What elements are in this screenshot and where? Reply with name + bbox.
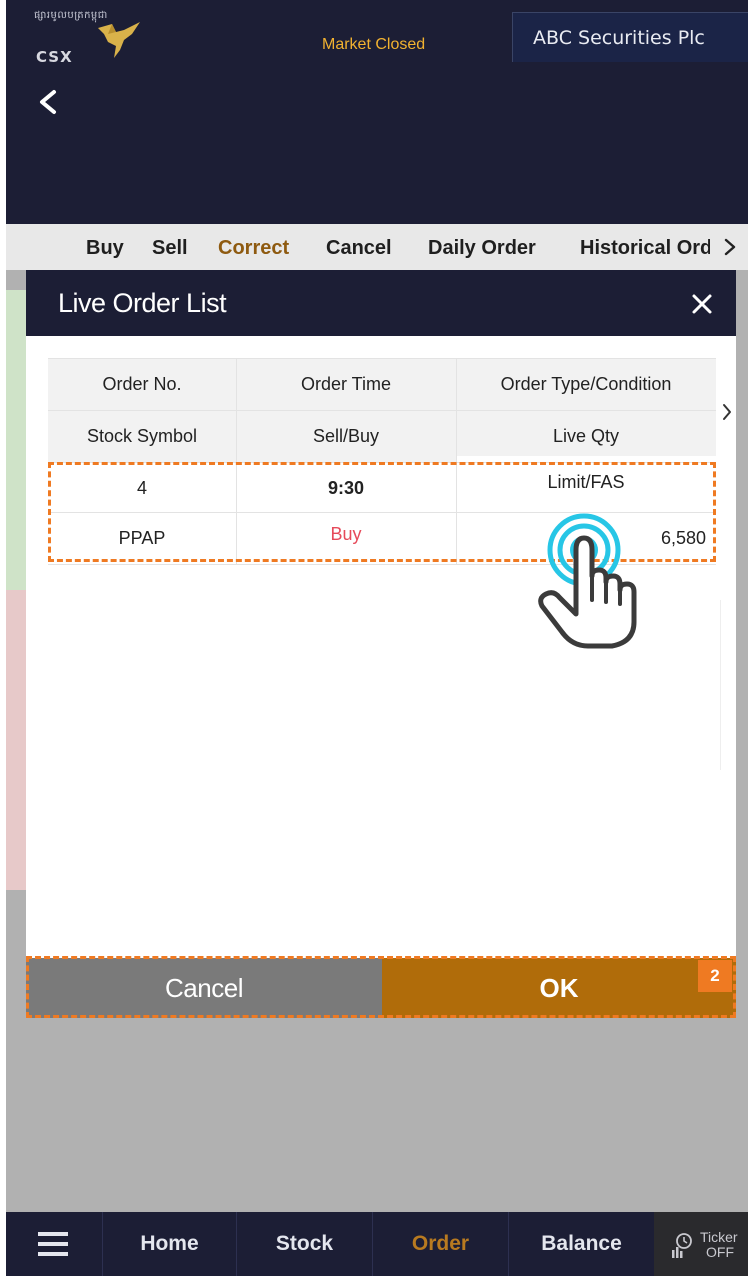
tab-buy[interactable]: Buy — [86, 237, 124, 260]
column-header-live-qty: Live Qty — [456, 410, 716, 462]
nav-balance-label: Balance — [541, 1232, 622, 1255]
dialog-header: Live Order List — [26, 270, 736, 336]
bottom-navigation: Home Stock Order Balance Ticker OFF — [6, 1212, 748, 1276]
close-icon[interactable] — [690, 292, 714, 316]
order-tabs: Buy Sell Correct Cancel Daily Order Hist… — [6, 224, 748, 270]
sub-header — [6, 62, 748, 224]
tab-cancel[interactable]: Cancel — [326, 237, 392, 260]
ticker-state-text: OFF — [706, 1244, 734, 1260]
column-header-order-no: Order No. — [48, 358, 236, 410]
nav-balance[interactable]: Balance — [508, 1212, 654, 1276]
background-stripe — [6, 290, 26, 590]
column-header-order-type: Order Type/Condition — [456, 358, 716, 410]
market-status: Market Closed — [322, 36, 426, 53]
nav-stock[interactable]: Stock — [236, 1212, 372, 1276]
broker-name: ABC Securities Plc — [533, 27, 705, 49]
tab-daily-order[interactable]: Daily Order — [428, 237, 536, 260]
ticker-label: Ticker OFF — [700, 1230, 738, 1260]
step-badge: 2 — [698, 960, 732, 992]
nav-home-label: Home — [140, 1232, 199, 1255]
button-row-highlight — [26, 956, 736, 1018]
grid-line — [48, 410, 716, 411]
app-screen: ផ្សារមូលបត្រកម្ពុជា CSX Market Closed AB… — [6, 0, 748, 1276]
broker-badge[interactable]: ABC Securities Plc — [512, 12, 748, 62]
column-header-order-time: Order Time — [236, 358, 456, 410]
chevron-right-icon[interactable] — [720, 402, 734, 422]
bird-logo-icon — [98, 22, 140, 58]
column-header-stock-symbol: Stock Symbol — [48, 410, 236, 462]
ticker-label-text: Ticker — [700, 1229, 738, 1245]
tab-sell[interactable]: Sell — [152, 237, 188, 260]
chevron-right-icon[interactable] — [720, 236, 740, 258]
tab-correct[interactable]: Correct — [218, 237, 289, 260]
top-header: ផ្សារមូលបត្រកម្ពុជា CSX Market Closed AB… — [6, 0, 748, 66]
clock-chart-icon — [672, 1233, 692, 1258]
grid-line — [48, 358, 716, 359]
nav-stock-label: Stock — [275, 1232, 334, 1255]
hamburger-menu-icon[interactable] — [38, 1232, 68, 1256]
csx-logo: ផ្សារមូលបត្រកម្ពុជា CSX — [34, 8, 144, 66]
nav-order-label: Order — [411, 1232, 470, 1255]
ticker-toggle[interactable]: Ticker OFF — [654, 1212, 748, 1276]
column-header-sell-buy: Sell/Buy — [236, 410, 456, 462]
background-stripe — [6, 590, 26, 890]
tab-clip: Historical Order — [580, 224, 710, 270]
nav-home[interactable]: Home — [102, 1212, 236, 1276]
table-scroll-edge — [720, 600, 721, 770]
tab-historical-order[interactable]: Historical Order — [580, 237, 710, 260]
back-arrow-icon[interactable] — [28, 82, 68, 122]
nav-order[interactable]: Order — [372, 1212, 508, 1276]
tap-hand-icon — [538, 513, 637, 649]
dialog-title: Live Order List — [58, 288, 227, 318]
